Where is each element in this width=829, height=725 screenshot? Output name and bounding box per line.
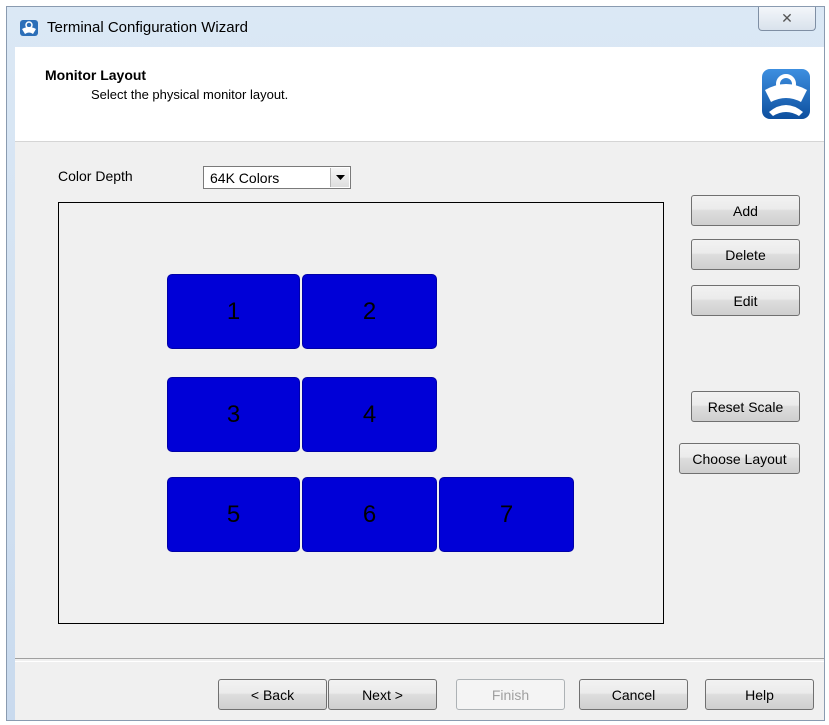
footer-separator xyxy=(15,658,824,662)
close-icon: ✕ xyxy=(781,10,793,26)
add-button[interactable]: Add xyxy=(691,195,800,226)
monitor-number: 1 xyxy=(226,297,241,325)
chevron-down-icon[interactable] xyxy=(330,168,349,187)
monitor-6[interactable]: 6 xyxy=(302,477,437,552)
next-button[interactable]: Next > xyxy=(328,679,437,710)
delete-button[interactable]: Delete xyxy=(691,239,800,270)
monitor-number: 4 xyxy=(362,400,377,428)
window-title: Terminal Configuration Wizard xyxy=(47,19,248,36)
thinmanager-logo xyxy=(761,68,811,120)
edit-button[interactable]: Edit xyxy=(691,285,800,316)
color-depth-label: Color Depth xyxy=(58,168,133,184)
thinmanager-icon xyxy=(20,20,38,39)
title-bar[interactable]: Terminal Configuration Wizard ✕ xyxy=(7,7,824,47)
color-depth-value: 64K Colors xyxy=(210,170,280,186)
monitor-number: 5 xyxy=(226,500,241,528)
help-button[interactable]: Help xyxy=(705,679,814,710)
monitor-number: 3 xyxy=(226,400,241,428)
monitor-2[interactable]: 2 xyxy=(302,274,437,349)
cancel-button[interactable]: Cancel xyxy=(579,679,688,710)
back-button[interactable]: < Back xyxy=(218,679,327,710)
choose-layout-button[interactable]: Choose Layout xyxy=(679,443,800,474)
page-subtitle: Select the physical monitor layout. xyxy=(91,87,289,102)
monitor-number: 6 xyxy=(362,500,377,528)
monitor-5[interactable]: 5 xyxy=(167,477,300,552)
wizard-header: Monitor Layout Select the physical monit… xyxy=(15,47,824,142)
color-depth-select[interactable]: 64K Colors xyxy=(203,166,351,189)
wizard-body: Color Depth 64K Colors 1 2 3 4 5 6 7 Add… xyxy=(15,142,824,720)
page-title: Monitor Layout xyxy=(45,67,147,83)
monitor-3[interactable]: 3 xyxy=(167,377,300,452)
reset-scale-button[interactable]: Reset Scale xyxy=(691,391,800,422)
monitor-number: 7 xyxy=(499,500,514,528)
monitor-4[interactable]: 4 xyxy=(302,377,437,452)
monitor-7[interactable]: 7 xyxy=(439,477,574,552)
monitor-layout-area[interactable]: 1 2 3 4 5 6 7 xyxy=(58,202,664,624)
wizard-window: Terminal Configuration Wizard ✕ Monitor … xyxy=(6,6,825,721)
finish-button[interactable]: Finish xyxy=(456,679,565,710)
close-button[interactable]: ✕ xyxy=(758,7,816,31)
monitor-number: 2 xyxy=(362,297,377,325)
monitor-1[interactable]: 1 xyxy=(167,274,300,349)
